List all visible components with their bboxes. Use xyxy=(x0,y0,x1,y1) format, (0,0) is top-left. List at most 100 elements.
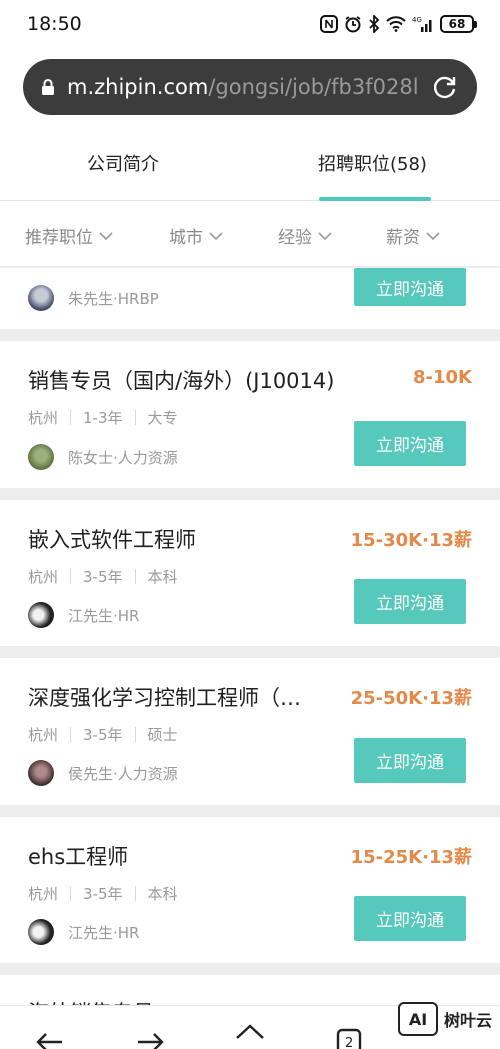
filter-recommended[interactable]: 推荐职位 xyxy=(25,223,113,248)
tabs-icon[interactable]: 2 xyxy=(335,1020,365,1049)
job-experience: 3-5年 xyxy=(83,568,123,586)
chevron-down-icon xyxy=(426,231,440,240)
tab-bar: 公司简介 招聘职位(58) xyxy=(0,128,500,201)
job-experience: 1-3年 xyxy=(83,409,123,427)
job-title: 销售专员（国内/海外）(J10014) xyxy=(28,369,335,393)
job-tags: 杭州 3-5年 硕士 xyxy=(28,724,178,745)
divider xyxy=(134,727,136,742)
filter-label: 推荐职位 xyxy=(25,228,93,248)
recruiter-name: 朱先生·HRBP xyxy=(68,289,159,308)
recruiter-name: 江先生·HR xyxy=(68,606,140,625)
reload-icon[interactable] xyxy=(431,73,459,101)
recruiter-info: 江先生·HR xyxy=(28,602,139,628)
job-education: 大专 xyxy=(147,409,178,427)
url-text: m.zhipin.com/gongsi/job/fb3f028l xyxy=(67,75,417,99)
watermark: AI 树叶云 xyxy=(397,999,492,1039)
chat-now-button[interactable]: 立即沟通 xyxy=(354,421,466,466)
recruiter-info: 陈女士·人力资源 xyxy=(28,444,178,470)
chat-now-button[interactable]: 立即沟通 xyxy=(354,738,466,783)
recruiter-name: 陈女士·人力资源 xyxy=(68,448,178,467)
job-salary: 15-25K·13薪 xyxy=(350,847,472,868)
divider xyxy=(134,410,136,425)
avatar xyxy=(28,444,54,470)
chevron-down-icon xyxy=(318,231,332,240)
job-city: 杭州 xyxy=(28,885,59,903)
job-card-partial[interactable]: 朱先生·HRBP 立即沟通 xyxy=(0,268,500,329)
recruiter-name: 江先生·HR xyxy=(68,923,140,942)
chevron-down-icon xyxy=(99,231,113,240)
divider xyxy=(134,569,136,584)
lock-icon xyxy=(42,79,54,95)
divider xyxy=(70,410,72,425)
job-card[interactable]: 销售专员（国内/海外）(J10014) 8-10K 杭州 1-3年 大专 陈女士… xyxy=(0,341,500,488)
job-salary: 25-50K·13薪 xyxy=(350,688,472,709)
job-tags: 杭州 3-5年 本科 xyxy=(28,566,178,587)
chat-now-button[interactable]: 立即沟通 xyxy=(354,579,466,624)
job-title: ehs工程师 xyxy=(28,845,129,869)
recruiter-info: 朱先生·HRBP xyxy=(28,285,159,311)
status-time: 18:50 xyxy=(27,13,82,35)
divider xyxy=(134,886,136,901)
job-education: 本科 xyxy=(147,568,178,586)
back-arrow-icon[interactable] xyxy=(34,1020,64,1049)
chat-now-button[interactable]: 立即沟通 xyxy=(354,896,466,941)
filter-bar: 推荐职位 城市 经验 薪资 xyxy=(0,201,500,267)
address-bar[interactable]: m.zhipin.com/gongsi/job/fb3f028l xyxy=(23,59,477,115)
home-icon[interactable] xyxy=(235,1020,265,1049)
chat-now-button[interactable]: 立即沟通 xyxy=(354,268,466,306)
status-bar: 18:50 4G 68 xyxy=(0,0,500,48)
svg-text:4G: 4G xyxy=(412,16,422,24)
bluetooth-icon xyxy=(368,15,380,33)
job-city: 杭州 xyxy=(28,409,59,427)
chevron-down-icon xyxy=(209,231,223,240)
job-salary: 8-10K xyxy=(413,367,472,388)
job-card[interactable]: 深度强化学习控制工程师（… 25-50K·13薪 杭州 3-5年 硕士 侯先生·… xyxy=(0,658,500,805)
recruiter-info: 侯先生·人力资源 xyxy=(28,760,178,786)
watermark-text: 树叶云 xyxy=(443,1011,492,1030)
filter-salary[interactable]: 薪资 xyxy=(386,223,440,248)
filter-city[interactable]: 城市 xyxy=(169,223,223,248)
job-title: 海外销售专员 xyxy=(28,997,154,1005)
status-icons: 4G 68 xyxy=(320,13,477,35)
page: 18:50 4G 68 m.zhipin.com/gongsi/job/fb3f… xyxy=(0,0,500,1049)
filter-label: 城市 xyxy=(169,228,203,248)
job-title: 深度强化学习控制工程师（… xyxy=(28,686,301,710)
job-experience: 3-5年 xyxy=(83,726,123,744)
avatar xyxy=(28,760,54,786)
job-tags: 杭州 3-5年 本科 xyxy=(28,883,178,904)
divider xyxy=(70,569,72,584)
url-path: /gongsi/job/fb3f028l xyxy=(208,75,417,99)
nfc-icon xyxy=(320,15,338,33)
job-experience: 3-5年 xyxy=(83,885,123,903)
browser-toolbar: m.zhipin.com/gongsi/job/fb3f028l xyxy=(0,48,500,128)
job-education: 本科 xyxy=(147,885,178,903)
filter-label: 经验 xyxy=(278,228,312,248)
watermark-logo: AI xyxy=(397,1002,438,1036)
signal-icon: 4G xyxy=(412,15,434,33)
filter-experience[interactable]: 经验 xyxy=(278,223,332,248)
filter-label: 薪资 xyxy=(386,228,420,248)
job-card[interactable]: ehs工程师 15-25K·13薪 杭州 3-5年 本科 江先生·HR 立即沟通 xyxy=(0,817,500,963)
tab-job-openings[interactable]: 招聘职位(58) xyxy=(318,150,427,176)
tab-company-intro[interactable]: 公司简介 xyxy=(87,150,159,176)
job-city: 杭州 xyxy=(28,568,59,586)
divider xyxy=(70,886,72,901)
job-tags: 杭州 1-3年 大专 xyxy=(28,407,178,428)
avatar xyxy=(28,285,54,311)
job-title: 嵌入式软件工程师 xyxy=(28,528,196,552)
recruiter-info: 江先生·HR xyxy=(28,919,139,945)
divider xyxy=(70,727,72,742)
avatar xyxy=(28,602,54,628)
recruiter-name: 侯先生·人力资源 xyxy=(68,764,178,783)
avatar xyxy=(28,919,54,945)
svg-text:2: 2 xyxy=(345,1036,353,1049)
url-host: m.zhipin.com xyxy=(67,75,209,99)
job-city: 杭州 xyxy=(28,726,59,744)
job-education: 硕士 xyxy=(147,726,178,744)
forward-arrow-icon[interactable] xyxy=(136,1020,166,1049)
wifi-icon xyxy=(386,16,406,32)
alarm-icon xyxy=(344,15,362,33)
job-card[interactable]: 嵌入式软件工程师 15-30K·13薪 杭州 3-5年 本科 江先生·HR 立即… xyxy=(0,500,500,646)
job-salary: 15-30K·13薪 xyxy=(350,530,472,551)
battery-icon: 68 xyxy=(440,15,477,33)
